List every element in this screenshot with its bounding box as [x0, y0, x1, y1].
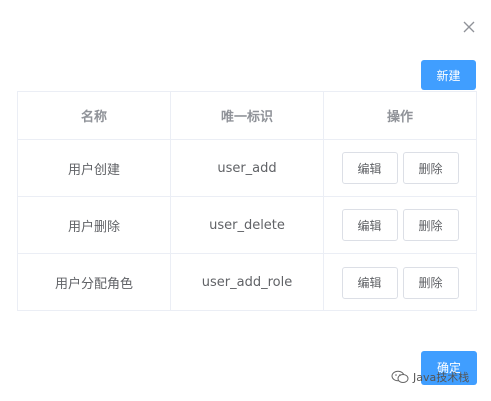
edit-button[interactable]: 编辑 — [341, 266, 398, 299]
close-icon — [463, 21, 475, 33]
close-button[interactable] — [461, 19, 477, 35]
cell-key: user_add_role — [171, 254, 324, 311]
edit-button[interactable]: 编辑 — [341, 152, 398, 184]
wechat-icon — [391, 370, 409, 383]
cell-key: user_delete — [171, 197, 324, 253]
cell-actions: 编辑 删除 — [324, 140, 476, 196]
table-row: 用户删除 user_delete 编辑 删除 — [18, 197, 476, 254]
edit-button[interactable]: 编辑 — [341, 209, 398, 241]
cell-actions: 编辑 删除 — [324, 254, 476, 311]
table-row: 用户分配角色 user_add_role 编辑 删除 — [18, 254, 476, 311]
cell-actions: 编辑 删除 — [324, 197, 476, 253]
column-header-name: 名称 — [18, 92, 171, 139]
column-header-key: 唯一标识 — [171, 92, 324, 139]
cell-name: 用户创建 — [18, 140, 171, 196]
delete-button[interactable]: 删除 — [402, 209, 459, 241]
table-header: 名称 唯一标识 操作 — [18, 92, 476, 140]
new-button[interactable]: 新建 — [421, 60, 476, 90]
delete-button[interactable]: 删除 — [402, 152, 459, 184]
permission-table: 名称 唯一标识 操作 用户创建 user_add 编辑 删除 用户删除 user… — [17, 91, 477, 311]
column-header-actions: 操作 — [386, 110, 413, 125]
delete-button[interactable]: 删除 — [402, 266, 459, 299]
cell-key: user_add — [171, 140, 324, 196]
table-row: 用户创建 user_add 编辑 删除 — [18, 140, 476, 197]
cell-name: 用户删除 — [18, 197, 171, 253]
cell-name: 用户分配角色 — [18, 254, 171, 311]
confirm-button[interactable]: 确定 — [421, 351, 477, 385]
